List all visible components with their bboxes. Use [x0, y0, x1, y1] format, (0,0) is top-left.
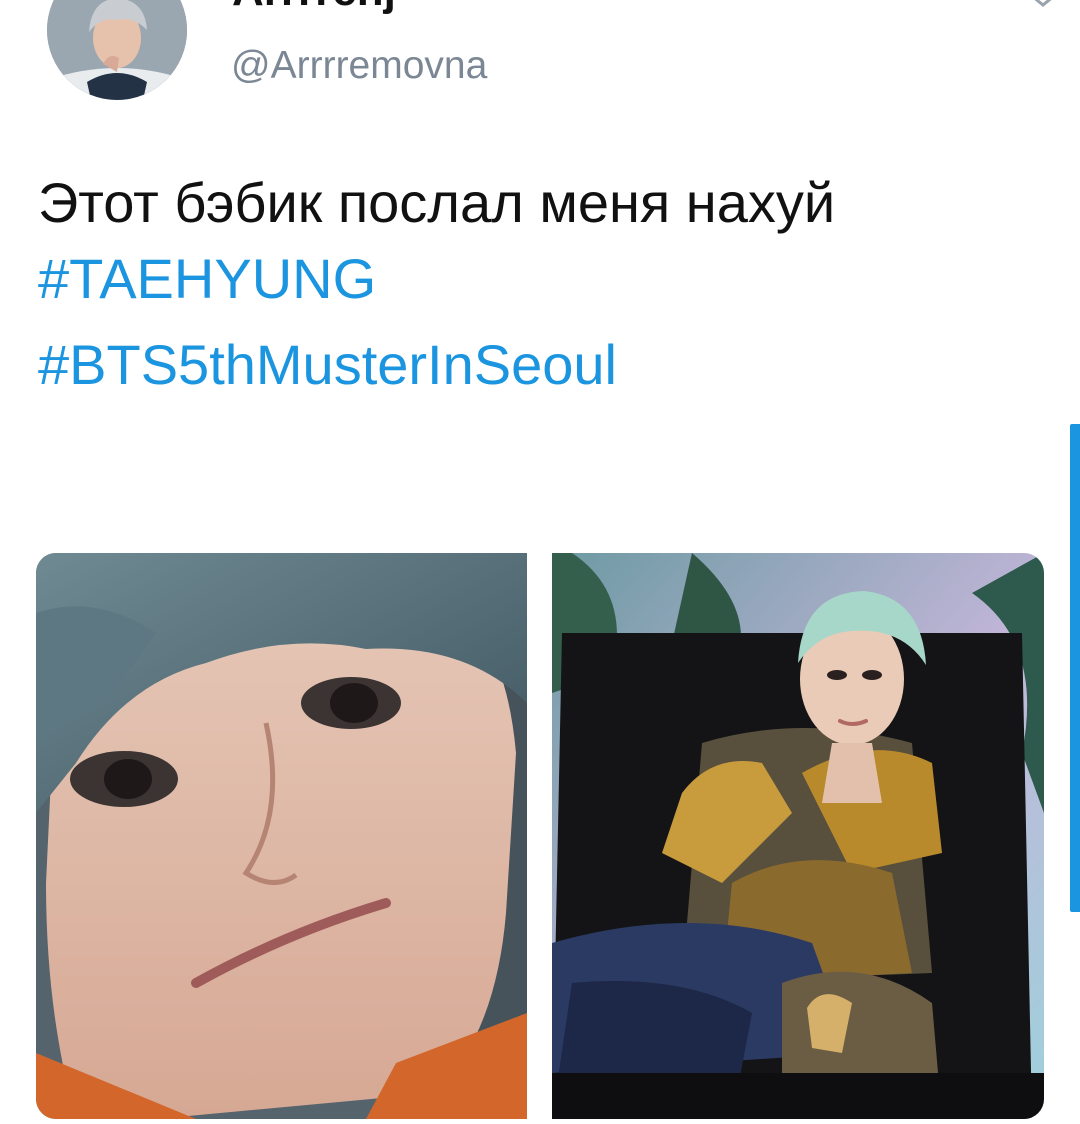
tweet-text: Этот бэбик послал меня нахуй — [38, 171, 836, 234]
avatar[interactable] — [47, 0, 187, 100]
avatar-image — [47, 0, 187, 100]
scrollbar[interactable] — [1070, 424, 1080, 912]
hashtag-link[interactable]: #TAEHYUNG — [38, 246, 376, 311]
user-handle[interactable]: @Arrrremovna — [231, 44, 487, 88]
photo-2[interactable] — [552, 553, 1044, 1119]
media-grid — [36, 553, 1044, 1119]
hashtag-link[interactable]: #BTS5thMusterInSeoul — [38, 332, 617, 397]
chevron-down-icon[interactable] — [1030, 0, 1056, 8]
photo-1[interactable] — [36, 553, 527, 1119]
selfie-photo-image — [36, 553, 527, 1119]
photoshoot-image — [552, 553, 1044, 1119]
display-name[interactable]: Arrrrenj — [232, 0, 396, 16]
